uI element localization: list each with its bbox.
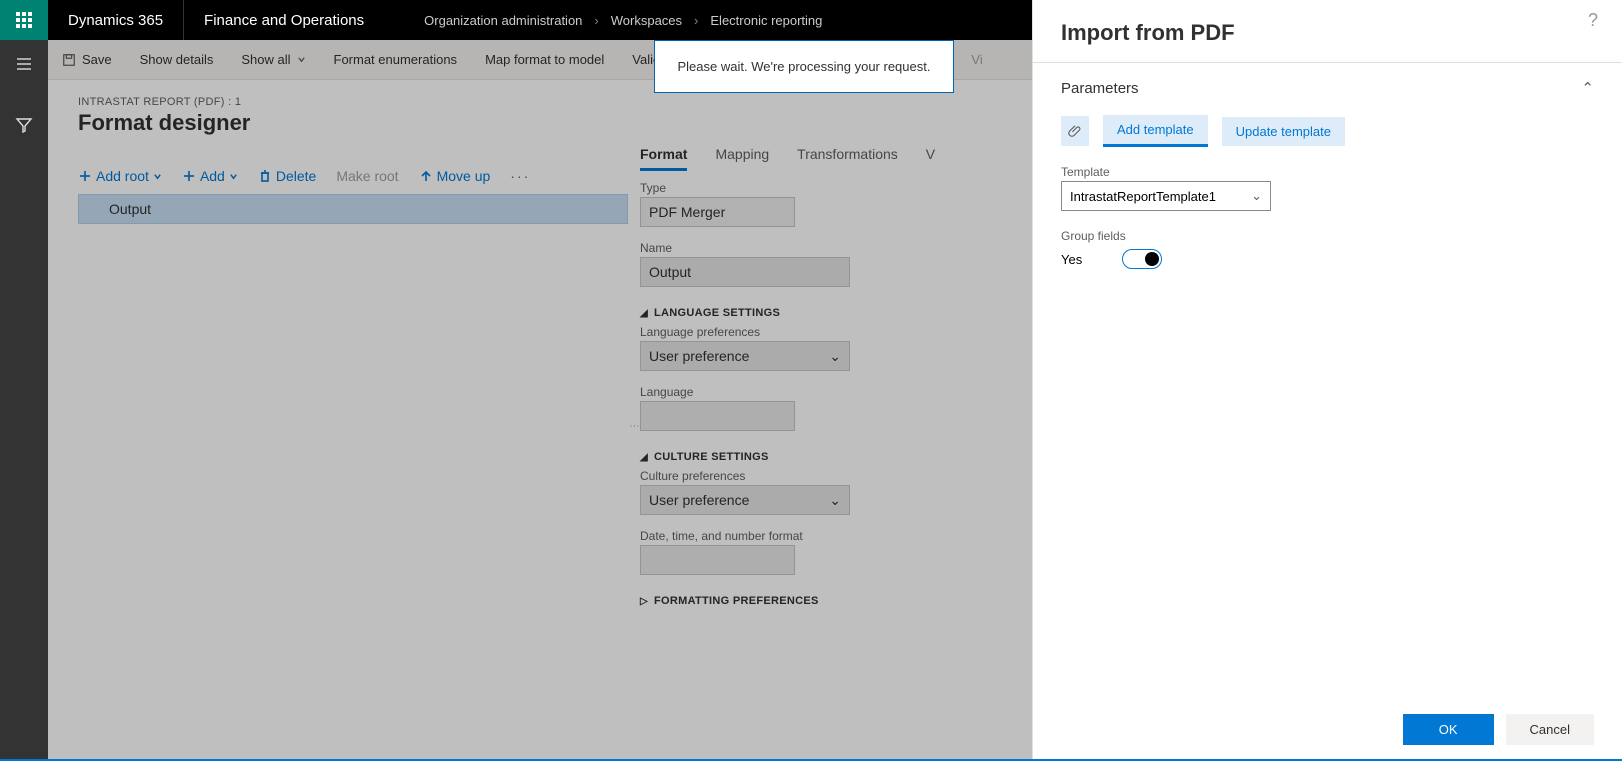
- language-pref-select[interactable]: User preference ⌄: [640, 341, 850, 371]
- chevron-down-icon: ⌄: [1251, 188, 1262, 204]
- left-nav-rail: [0, 40, 48, 759]
- arrow-up-icon: [419, 169, 433, 183]
- attachment-button[interactable]: [1061, 116, 1089, 146]
- vi-label: Vi: [971, 52, 982, 67]
- group-fields-value: Yes: [1061, 252, 1082, 267]
- panel-footer: OK Cancel: [1033, 700, 1622, 759]
- map-format-label: Map format to model: [485, 52, 604, 67]
- waffle-icon: [16, 12, 32, 28]
- format-tree-pane: Add root Add Delete Make root: [78, 146, 628, 706]
- date-format-input[interactable]: [640, 545, 795, 575]
- add-root-button[interactable]: Add root: [78, 168, 162, 184]
- chevron-down-icon: ⌄: [829, 348, 841, 365]
- name-input[interactable]: Output: [640, 257, 850, 287]
- cancel-button[interactable]: Cancel: [1506, 714, 1594, 745]
- chevron-right-icon: ›: [694, 13, 698, 28]
- update-template-tab[interactable]: Update template: [1222, 117, 1345, 146]
- format-enum-label: Format enumerations: [334, 52, 458, 67]
- breadcrumb-item[interactable]: Electronic reporting: [710, 13, 822, 28]
- filter-button[interactable]: [14, 115, 34, 140]
- breadcrumb: Organization administration › Workspaces…: [424, 13, 822, 28]
- collapse-icon: ◢: [640, 308, 648, 319]
- chevron-down-icon: ⌄: [829, 492, 841, 509]
- toast-message: Please wait. We're processing your reque…: [678, 59, 931, 74]
- show-details-label: Show details: [140, 52, 214, 67]
- template-select[interactable]: IntrastatReportTemplate1 ⌄: [1061, 181, 1271, 211]
- collapse-icon: ◢: [640, 452, 648, 463]
- paperclip-icon: [1068, 124, 1082, 138]
- template-tab-row: Add template Update template: [1061, 115, 1594, 147]
- funnel-icon: [14, 115, 34, 135]
- trash-icon: [258, 169, 272, 183]
- ok-button[interactable]: OK: [1403, 714, 1494, 745]
- parameters-section-header[interactable]: Parameters ⌃: [1061, 79, 1594, 97]
- template-value: IntrastatReportTemplate1: [1070, 189, 1216, 204]
- move-up-label: Move up: [437, 168, 491, 184]
- panel-title: Import from PDF: [1061, 20, 1594, 46]
- tab-transformations[interactable]: Transformations: [797, 146, 898, 171]
- format-enumerations-button[interactable]: Format enumerations: [320, 40, 472, 79]
- add-label: Add: [200, 168, 225, 184]
- culture-settings-label: CULTURE SETTINGS: [654, 451, 769, 463]
- culture-pref-select[interactable]: User preference ⌄: [640, 485, 850, 515]
- hamburger-icon: [14, 54, 34, 74]
- chevron-down-icon: [153, 172, 162, 181]
- delete-button[interactable]: Delete: [258, 168, 316, 184]
- show-details-button[interactable]: Show details: [126, 40, 228, 79]
- chevron-down-icon: [229, 172, 238, 181]
- save-button[interactable]: Save: [48, 40, 126, 79]
- culture-pref-value: User preference: [649, 492, 749, 508]
- vi-button[interactable]: Vi: [957, 40, 996, 79]
- breadcrumb-item[interactable]: Workspaces: [611, 13, 682, 28]
- map-format-button[interactable]: Map format to model: [471, 40, 618, 79]
- toggle-knob: [1145, 252, 1159, 266]
- chevron-down-icon: [297, 55, 306, 64]
- breadcrumb-item[interactable]: Organization administration: [424, 13, 582, 28]
- tree-node-output[interactable]: Output: [78, 194, 628, 224]
- brand-label: Dynamics 365: [48, 12, 183, 29]
- hamburger-menu-button[interactable]: [14, 54, 34, 79]
- add-template-tab[interactable]: Add template: [1103, 115, 1208, 147]
- save-icon: [62, 53, 76, 67]
- tree-actions-row: Add root Add Delete Make root: [78, 168, 628, 184]
- tab-format[interactable]: Format: [640, 146, 687, 171]
- language-pref-value: User preference: [649, 348, 749, 364]
- add-root-label: Add root: [96, 168, 149, 184]
- import-from-pdf-panel: ? Import from PDF Parameters ⌃ Add templ…: [1032, 0, 1622, 759]
- type-value: PDF Merger: [640, 197, 795, 227]
- app-launcher-button[interactable]: [0, 0, 48, 40]
- chevron-right-icon: ›: [594, 13, 598, 28]
- formatting-pref-label: FORMATTING PREFERENCES: [654, 595, 819, 607]
- make-root-button: Make root: [336, 168, 398, 184]
- tree-node-label: Output: [109, 201, 151, 217]
- language-input[interactable]: [640, 401, 795, 431]
- plus-icon: [78, 169, 92, 183]
- delete-label: Delete: [276, 168, 316, 184]
- group-fields-label: Group fields: [1061, 229, 1594, 243]
- language-settings-label: LANGUAGE SETTINGS: [654, 307, 780, 319]
- move-up-button[interactable]: Move up: [419, 168, 491, 184]
- more-actions-button[interactable]: ···: [510, 168, 530, 184]
- tab-mapping[interactable]: Mapping: [715, 146, 769, 171]
- show-all-label: Show all: [241, 52, 290, 67]
- save-label: Save: [82, 52, 112, 67]
- help-button[interactable]: ?: [1570, 10, 1616, 31]
- chevron-up-icon: ⌃: [1581, 79, 1594, 97]
- show-all-button[interactable]: Show all: [227, 40, 319, 79]
- pane-splitter[interactable]: ⋮: [628, 146, 640, 706]
- processing-toast: Please wait. We're processing your reque…: [654, 40, 954, 93]
- parameters-label: Parameters: [1061, 80, 1139, 97]
- add-button[interactable]: Add: [182, 168, 238, 184]
- plus-icon: [182, 169, 196, 183]
- expand-icon: ▷: [640, 596, 648, 607]
- app-name-label: Finance and Operations: [183, 0, 384, 40]
- group-fields-toggle[interactable]: [1122, 249, 1162, 269]
- template-label: Template: [1061, 165, 1594, 179]
- tab-v[interactable]: V: [926, 146, 935, 171]
